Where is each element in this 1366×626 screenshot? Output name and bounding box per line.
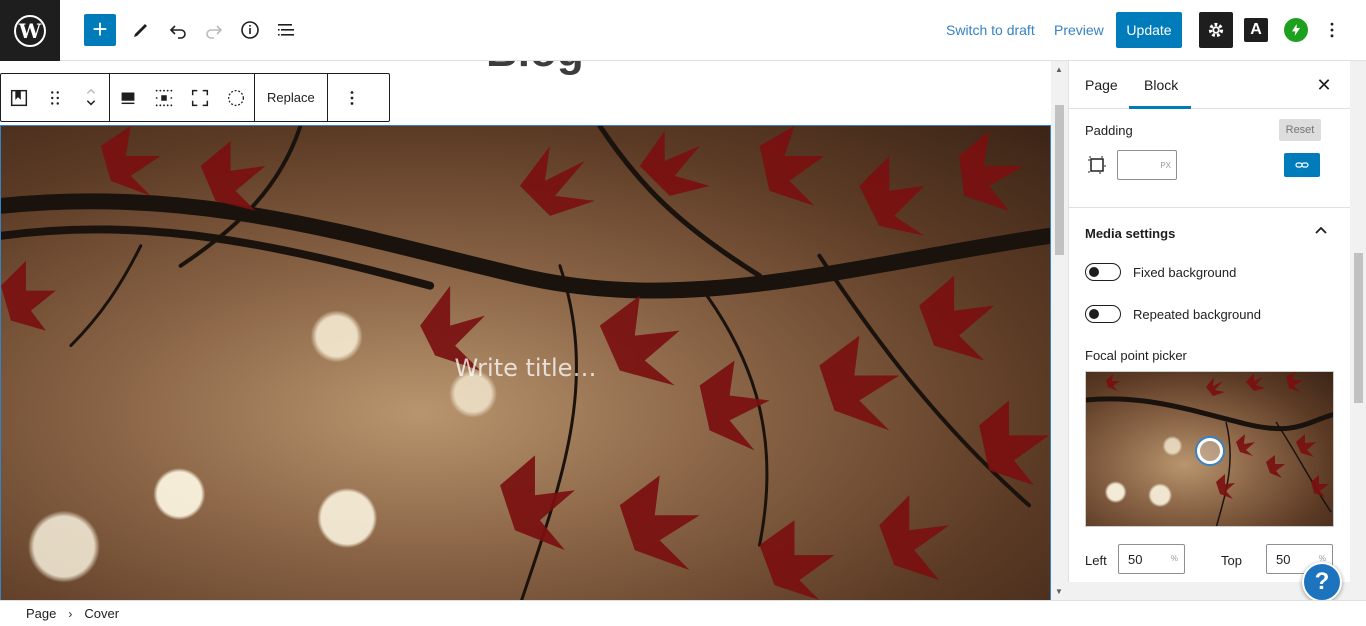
padding-input[interactable]: PX — [1117, 150, 1177, 180]
tab-block[interactable]: Block — [1144, 77, 1178, 93]
undo-icon[interactable] — [162, 14, 194, 46]
left-label: Left — [1085, 553, 1107, 568]
breadcrumb-item-cover[interactable]: Cover — [84, 606, 119, 621]
settings-gear-icon[interactable] — [1199, 12, 1233, 48]
cover-title-placeholder[interactable]: Write title… — [1, 354, 1050, 382]
overlay-circle-icon[interactable] — [218, 74, 254, 121]
sidebar-tabs: Page Block ✕ — [1069, 61, 1350, 109]
editor-canvas: Blog — [0, 61, 1051, 600]
link-sides-icon[interactable] — [1284, 153, 1320, 177]
block-toolbar: Replace — [0, 73, 390, 122]
top-value: 50 — [1276, 552, 1291, 567]
cover-block[interactable]: Write title… — [0, 125, 1051, 600]
fullscreen-icon[interactable] — [182, 74, 218, 121]
help-button[interactable]: ? — [1302, 562, 1342, 602]
a-icon[interactable]: A — [1244, 18, 1268, 42]
content-position-icon[interactable] — [110, 74, 146, 121]
sidebar-scroll-thumb[interactable] — [1354, 253, 1363, 403]
pen-icon[interactable] — [125, 14, 157, 46]
drag-handle-icon[interactable] — [37, 74, 73, 121]
replace-button[interactable]: Replace — [255, 74, 327, 121]
breadcrumb-item-page[interactable]: Page — [26, 606, 56, 621]
add-block-button[interactable]: + — [84, 14, 116, 46]
media-settings-title[interactable]: Media settings — [1085, 226, 1175, 241]
repeated-background-toggle[interactable] — [1085, 305, 1121, 323]
bolt-icon[interactable] — [1284, 18, 1308, 42]
switch-to-draft-link[interactable]: Switch to draft — [946, 22, 1035, 38]
left-input[interactable]: 50 % — [1118, 544, 1185, 574]
scroll-thumb[interactable] — [1055, 105, 1064, 255]
cover-block-icon[interactable] — [1, 74, 37, 121]
more-vertical-icon[interactable] — [1320, 18, 1344, 42]
top-label: Top — [1221, 553, 1242, 568]
padding-label: Padding — [1085, 123, 1133, 138]
post-title[interactable]: Blog — [486, 61, 584, 77]
chevron-up-icon[interactable] — [1313, 223, 1329, 239]
align-grid-icon[interactable] — [146, 74, 182, 121]
close-icon[interactable]: ✕ — [1312, 73, 1336, 97]
left-unit: % — [1170, 554, 1178, 563]
tab-page[interactable]: Page — [1085, 77, 1118, 93]
info-icon[interactable] — [234, 14, 266, 46]
active-tab-indicator — [1129, 106, 1191, 109]
preview-link[interactable]: Preview — [1054, 22, 1104, 38]
wordpress-logo[interactable]: W — [0, 0, 60, 61]
fixed-background-label: Fixed background — [1133, 265, 1237, 280]
breadcrumb: Page › Cover — [0, 600, 1366, 626]
move-up-down-icon[interactable] — [73, 74, 109, 121]
scroll-up-arrow-icon[interactable]: ▲ — [1055, 65, 1063, 74]
left-value: 50 — [1128, 552, 1143, 567]
scroll-down-arrow-icon[interactable]: ▼ — [1055, 587, 1063, 596]
sidebar-scrollbar[interactable] — [1350, 61, 1366, 600]
panel-divider — [1069, 207, 1351, 208]
block-options-icon[interactable] — [328, 74, 376, 121]
editor-header: W + Switch to draft Preview Update A — [0, 0, 1366, 61]
repeated-background-label: Repeated background — [1133, 307, 1261, 322]
list-view-icon[interactable] — [270, 14, 302, 46]
redo-icon[interactable] — [198, 14, 230, 46]
canvas-scrollbar[interactable]: ▲ ▼ — [1051, 61, 1068, 600]
settings-sidebar: Page Block ✕ Padding Reset PX Media sett… — [1068, 61, 1351, 600]
focal-point-label: Focal point picker — [1085, 348, 1187, 363]
chevron-right-icon: › — [68, 606, 73, 621]
update-button[interactable]: Update — [1116, 12, 1182, 48]
padding-unit[interactable]: PX — [1160, 161, 1171, 170]
focal-point-handle[interactable] — [1197, 438, 1223, 464]
focal-point-picker[interactable] — [1085, 371, 1334, 527]
padding-reset-button[interactable]: Reset — [1279, 119, 1321, 141]
fixed-background-toggle[interactable] — [1085, 263, 1121, 281]
padding-box-icon[interactable] — [1087, 155, 1107, 175]
